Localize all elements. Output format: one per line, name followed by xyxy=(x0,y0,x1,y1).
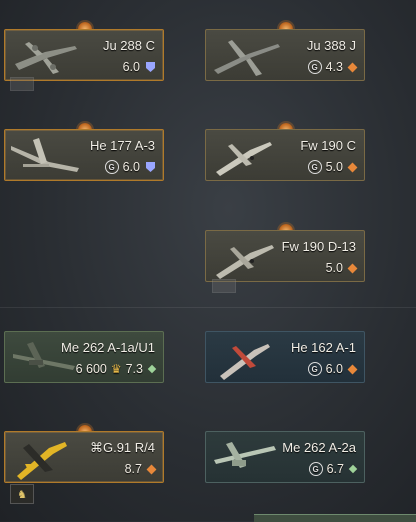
jet-plane-icon xyxy=(17,442,67,480)
folder-tab-icon xyxy=(10,77,34,91)
br-value: 6.0 xyxy=(122,160,140,174)
battle-rating: G 6.0 xyxy=(307,362,358,376)
br-value: 6.0 xyxy=(325,362,343,376)
rank-diamond-icon xyxy=(348,464,358,474)
br-value: 5.0 xyxy=(325,160,343,174)
rank-diamond-icon xyxy=(147,364,157,374)
vehicle-card-g91r4[interactable]: ⌘G.91 R/4 8.7 xyxy=(4,431,164,483)
gift-vehicle-icon: G xyxy=(104,160,119,174)
gift-vehicle-icon: G xyxy=(307,60,322,74)
br-value: 6.7 xyxy=(326,462,344,476)
vehicle-name: Ju 388 J xyxy=(306,38,356,53)
vehicle-name: Fw 190 C xyxy=(300,138,356,153)
vehicle-card-ju388j[interactable]: Ju 388 J G 4.3 xyxy=(205,29,365,81)
br-value: 4.3 xyxy=(325,60,343,74)
gift-vehicle-icon: G xyxy=(308,462,323,476)
bomber-plane-icon xyxy=(214,40,280,76)
vehicle-name: Fw 190 D-13 xyxy=(281,239,356,254)
rank-diamond-icon xyxy=(146,464,157,474)
vehicle-name: Me 262 A-1a/U1 xyxy=(61,340,155,355)
jet-plane-icon xyxy=(220,344,270,380)
br-value: 8.7 xyxy=(124,462,142,476)
vehicle-name: ⌘G.91 R/4 xyxy=(89,440,155,455)
vehicle-name: He 177 A-3 xyxy=(89,138,155,153)
rank-shield-icon xyxy=(146,62,155,72)
squadron-crown-icon: ♛ xyxy=(110,362,122,376)
br-value: 7.3 xyxy=(125,362,143,376)
rank-diamond-icon xyxy=(347,263,358,273)
br-value: 6.0 xyxy=(122,60,140,74)
battle-rating: G 5.0 xyxy=(307,160,358,174)
rank-diamond-icon xyxy=(347,364,358,374)
battle-rating: 6 600 ♛ 7.3 xyxy=(75,362,157,376)
vehicle-card-me262a1a-u1[interactable]: Me 262 A-1a/U1 6 600 ♛ 7.3 xyxy=(4,331,164,383)
bomber-plane-icon xyxy=(11,138,79,172)
crew-rank-icon: ♞ xyxy=(10,484,34,504)
jet-plane-icon xyxy=(214,442,276,468)
vehicle-cost: 6 600 xyxy=(75,362,107,376)
vehicle-name: He 162 A-1 xyxy=(290,340,356,355)
bomber-plane-icon xyxy=(15,42,77,74)
fighter-plane-icon xyxy=(216,245,274,279)
battle-rating: G 4.3 xyxy=(307,60,358,74)
rank-diamond-icon xyxy=(347,162,358,172)
tree-separator xyxy=(0,307,416,308)
gift-vehicle-icon: G xyxy=(307,362,322,376)
vehicle-card-ju288c[interactable]: Ju 288 C 6.0 xyxy=(4,29,164,81)
battle-rating: G 6.7 xyxy=(308,462,358,476)
br-value: 5.0 xyxy=(325,261,343,275)
vehicle-card-fw190c[interactable]: Fw 190 C G 5.0 xyxy=(205,129,365,181)
vehicle-card-he177a3[interactable]: He 177 A-3 G 6.0 xyxy=(4,129,164,181)
vehicle-name: Ju 288 C xyxy=(102,38,155,53)
vehicle-card-fw190d13[interactable]: Fw 190 D-13 5.0 xyxy=(205,230,365,282)
folder-tab-icon xyxy=(212,279,236,293)
gift-vehicle-icon: G xyxy=(307,160,322,174)
vehicle-card-he162a1[interactable]: He 162 A-1 G 6.0 xyxy=(205,331,365,383)
rank-shield-icon xyxy=(146,162,155,172)
fighter-plane-icon xyxy=(216,142,272,176)
battle-rating: G 6.0 xyxy=(104,160,155,174)
vehicle-name: Me 262 A-2a xyxy=(282,440,356,455)
rank-diamond-icon xyxy=(347,62,358,72)
battle-rating: 8.7 xyxy=(124,462,157,476)
battle-rating: 6.0 xyxy=(123,60,155,74)
battle-rating: 5.0 xyxy=(325,261,358,275)
vehicle-card-me262a2a[interactable]: Me 262 A-2a G 6.7 xyxy=(205,431,365,483)
